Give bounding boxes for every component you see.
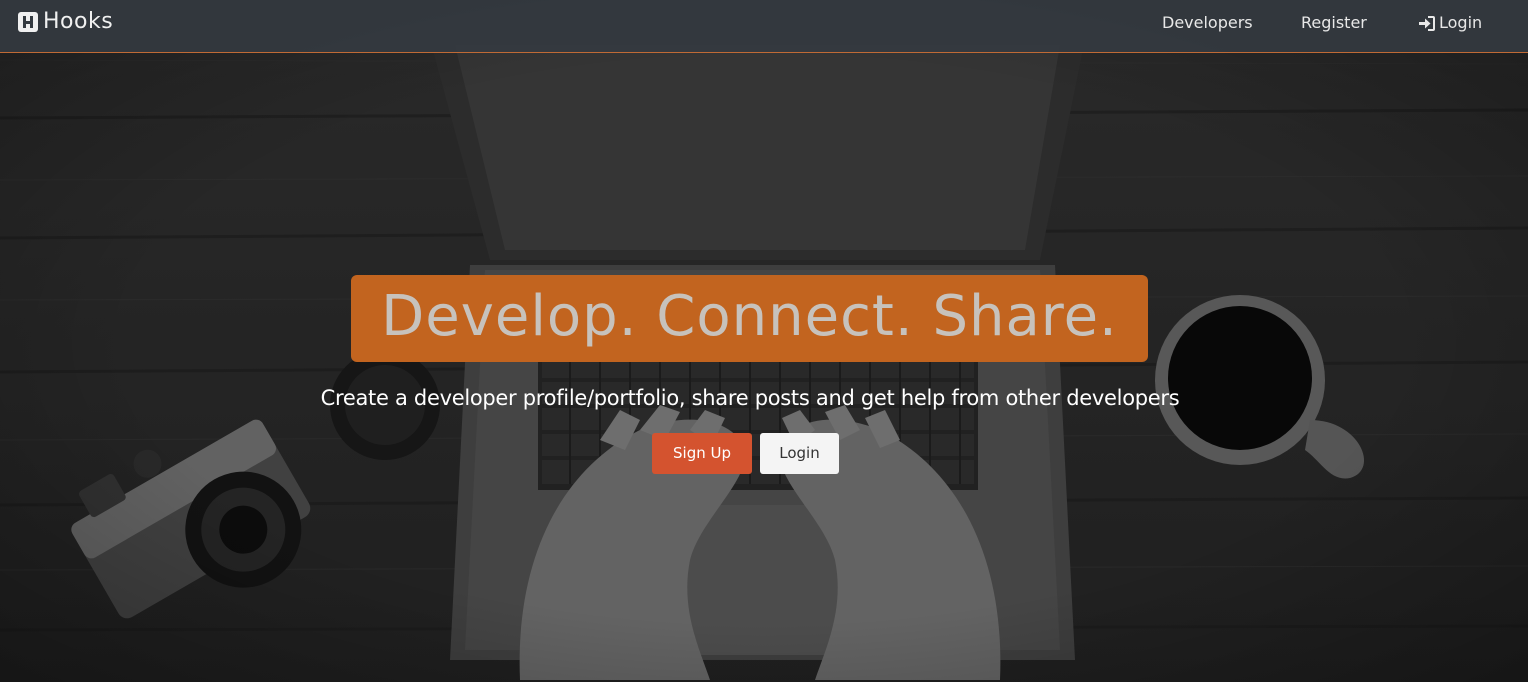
h-logo-icon xyxy=(18,12,38,32)
headline-banner: Develop. Connect. Share. xyxy=(351,275,1148,362)
hero-headline: Develop. Connect. Share. xyxy=(381,283,1118,349)
sign-up-button[interactable]: Sign Up xyxy=(652,433,752,474)
nav-link-developers[interactable]: Developers xyxy=(1162,13,1253,33)
brand-link[interactable]: Hooks xyxy=(17,10,113,34)
nav-link-login[interactable]: Login xyxy=(1418,13,1482,33)
nav-login-label: Login xyxy=(1439,13,1483,32)
brand-name: Hooks xyxy=(43,9,114,34)
top-navbar: Hooks Developers Register Login xyxy=(0,0,1528,53)
nav-link-register[interactable]: Register xyxy=(1301,13,1367,33)
sign-in-icon xyxy=(1419,15,1435,31)
login-button[interactable]: Login xyxy=(760,433,839,474)
hero-tagline: Create a developer profile/portfolio, sh… xyxy=(320,386,1180,410)
